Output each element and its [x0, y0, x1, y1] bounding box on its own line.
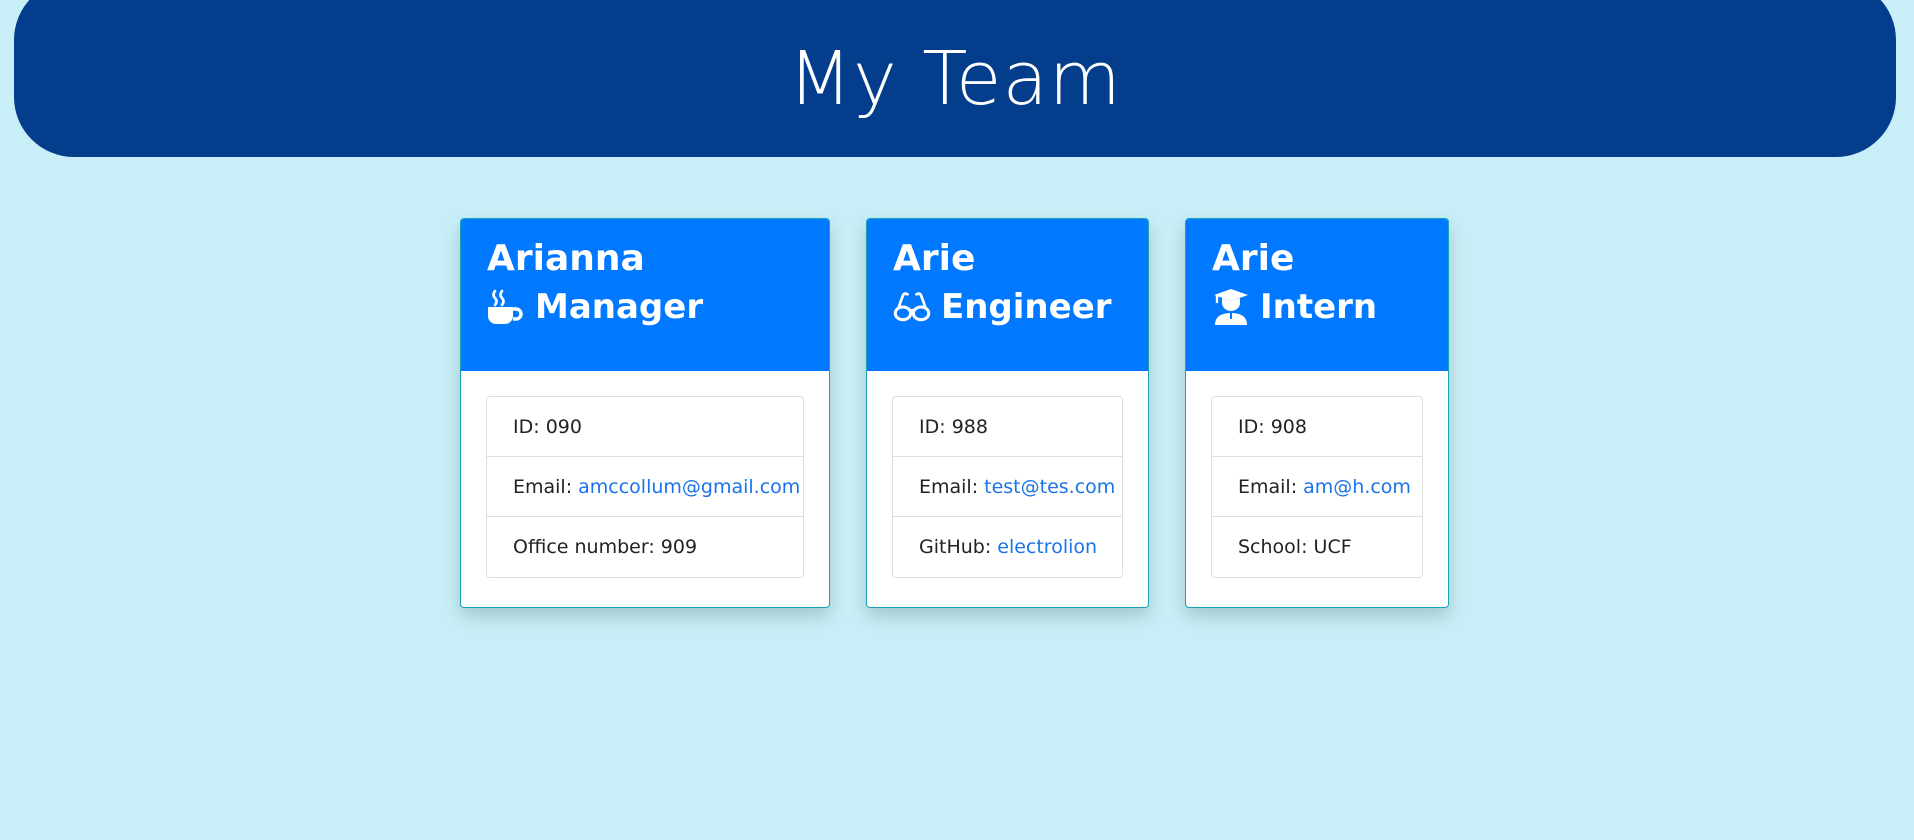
email-link[interactable]: am@h.com — [1303, 476, 1411, 498]
page-header: My Team — [14, 0, 1896, 157]
office-number-label: Office number: — [513, 536, 655, 558]
list-item-id: ID: 908 — [1212, 397, 1422, 457]
coffee-icon — [487, 288, 525, 326]
list-item-email: Email: am@h.com — [1212, 457, 1422, 517]
role-label: Engineer — [941, 286, 1112, 327]
id-label: ID: — [513, 415, 540, 438]
card-header: Arie Engineer — [867, 219, 1148, 371]
employee-card-intern: Arie Intern ID: 908 Email: am@h.com Scho… — [1185, 218, 1449, 608]
graduate-icon — [1212, 288, 1250, 326]
role-label: Intern — [1260, 286, 1378, 327]
office-number-value: 909 — [660, 536, 698, 558]
list-item-office-number: Office number: 909 — [487, 517, 803, 577]
id-label: ID: — [919, 415, 946, 438]
id-label: ID: — [1238, 415, 1265, 438]
email-label: Email: — [1238, 475, 1298, 498]
email-link[interactable]: amccollum@gmail.com — [578, 476, 800, 498]
list-item-github: GitHub: electrolion — [893, 517, 1122, 577]
employee-name: Arie — [893, 238, 976, 279]
page-title: My Team — [788, 35, 1122, 122]
employee-info-list: ID: 988 Email: test@tes.com GitHub: elec… — [892, 396, 1123, 578]
email-link[interactable]: test@tes.com — [984, 476, 1115, 498]
email-label: Email: — [919, 475, 979, 498]
github-link[interactable]: electrolion — [997, 536, 1097, 558]
list-item-school: School: UCF — [1212, 517, 1422, 577]
list-item-id: ID: 090 — [487, 397, 803, 457]
employee-info-list: ID: 090 Email: amccollum@gmail.com Offic… — [486, 396, 804, 578]
id-value: 908 — [1270, 415, 1307, 438]
list-item-id: ID: 988 — [893, 397, 1122, 457]
employee-card-engineer: Arie Engineer ID: 988 Email: test@tes.co… — [866, 218, 1149, 608]
email-label: Email: — [513, 475, 573, 498]
card-header: Arie Intern — [1186, 219, 1448, 371]
employee-name: Arie — [1212, 238, 1295, 279]
github-label: GitHub: — [919, 536, 992, 558]
id-value: 988 — [951, 415, 988, 438]
employee-card-manager: Arianna Manager ID: 090 Email: amccollum… — [460, 218, 830, 608]
list-item-email: Email: test@tes.com — [893, 457, 1122, 517]
glasses-icon — [893, 288, 931, 326]
employee-role: Intern — [1212, 287, 1422, 328]
role-label: Manager — [535, 286, 704, 327]
employee-info-list: ID: 908 Email: am@h.com School: UCF — [1211, 396, 1423, 578]
employee-role: Manager — [487, 287, 803, 328]
employee-role: Engineer — [893, 287, 1122, 328]
id-value: 090 — [545, 415, 582, 438]
list-item-email: Email: amccollum@gmail.com — [487, 457, 803, 517]
card-header: Arianna Manager — [461, 219, 829, 371]
employee-name: Arianna — [487, 238, 645, 279]
school-label: School: — [1238, 536, 1308, 558]
school-value: UCF — [1313, 536, 1352, 558]
